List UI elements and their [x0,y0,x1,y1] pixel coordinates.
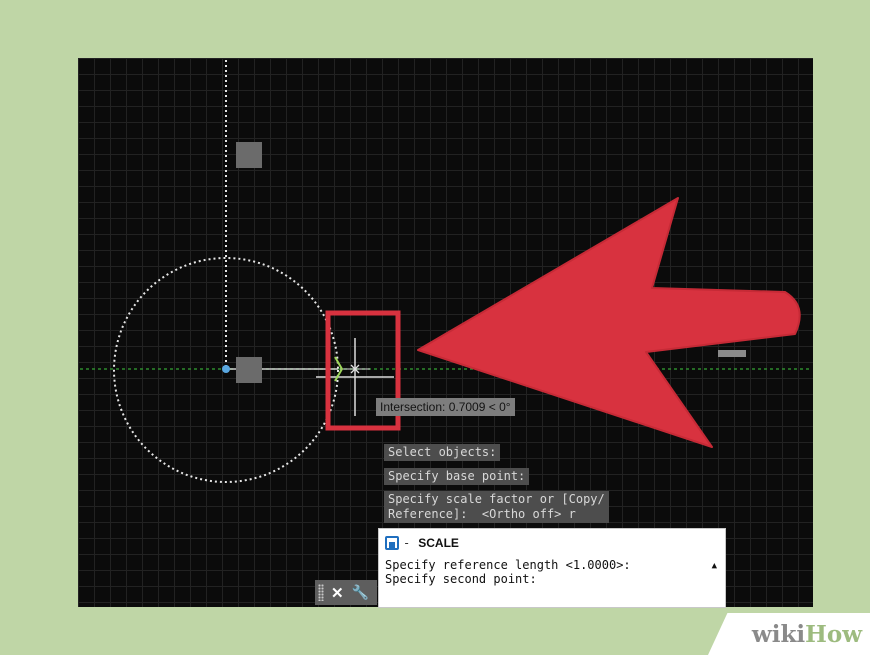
watermark-how: How [805,620,862,648]
command-icon[interactable] [385,536,399,550]
grip-handle-icon[interactable] [318,584,324,601]
command-name: SCALE [418,536,459,550]
snap-tooltip: Intersection: 0.7009 < 0° [376,398,515,416]
grip-center[interactable] [236,357,262,383]
snap-bar [718,350,746,357]
triangle-up-icon[interactable]: ▲ [712,561,717,571]
command-line-panel[interactable]: - SCALE Specify reference length <1.0000… [378,528,726,608]
close-icon[interactable]: ✕ [331,584,344,602]
wikihow-watermark: wiki How [708,613,870,655]
grip-top[interactable] [236,142,262,168]
base-point-marker [222,365,230,373]
command-line-1: Specify reference length <1.0000>: [385,558,631,572]
prompt-scale-factor: Specify scale factor or [Copy/ Reference… [384,491,609,523]
prompt-base-point: Specify base point: [384,468,530,485]
command-line-2: Specify second point: [385,572,537,586]
wrench-icon[interactable]: 🔧 [352,584,369,601]
watermark-wiki: wiki [751,620,806,648]
prompt-select-objects: Select objects: [384,444,501,461]
command-toolbar: ✕ 🔧 [315,580,377,605]
command-header: - SCALE [385,536,459,550]
command-dash: - [403,536,411,550]
